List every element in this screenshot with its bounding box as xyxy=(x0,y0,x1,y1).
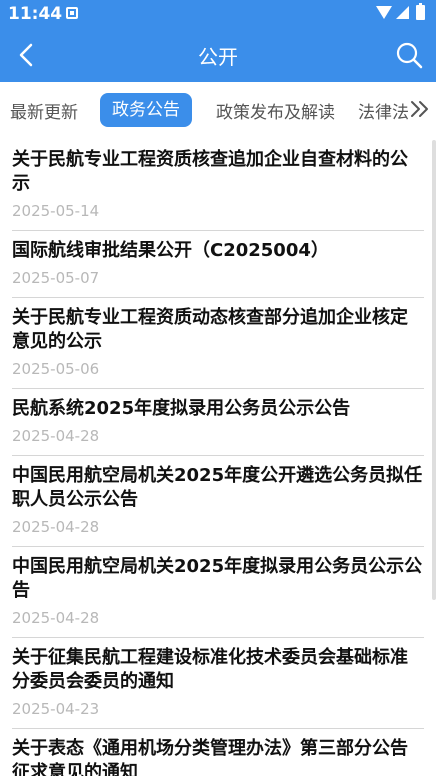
article-title: 民航系统2025年度拟录用公务员公示公告 xyxy=(12,398,351,419)
list-item[interactable]: 民航系统2025年度拟录用公务员公示公告 2025-04-28 xyxy=(12,389,424,456)
tab-announcements[interactable]: 政务公告 xyxy=(100,93,192,127)
signal-icon xyxy=(396,6,409,19)
scrollbar[interactable] xyxy=(432,140,436,600)
article-date: 2025-05-06 xyxy=(12,360,100,378)
list-item[interactable]: 关于征集民航工程建设标准化技术委员会基础标准分委员会委员的通知 2025-04-… xyxy=(12,638,424,729)
tab-latest[interactable]: 最新更新 xyxy=(10,98,78,123)
article-date: 2025-05-07 xyxy=(12,269,100,287)
list-item[interactable]: 中国民用航空局机关2025年度公开遴选公务员拟任职人员公示公告 2025-04-… xyxy=(12,456,424,547)
article-title: 关于民航专业工程资质核查追加企业自查材料的公示 xyxy=(12,149,408,194)
article-date: 2025-05-14 xyxy=(12,202,100,220)
battery-icon xyxy=(416,3,425,20)
tab-strip: 最新更新 政务公告 政策发布及解读 法律法 xyxy=(0,82,410,138)
status-bar: 11:44 xyxy=(0,0,436,28)
page-title: 公开 xyxy=(198,45,238,69)
article-date: 2025-04-28 xyxy=(12,609,100,627)
article-date: 2025-04-28 xyxy=(12,427,100,445)
article-date: 2025-04-23 xyxy=(12,700,100,718)
notification-icon xyxy=(66,7,78,19)
list-item[interactable]: 关于民航专业工程资质动态核查部分追加企业核定意见的公示 2025-05-06 xyxy=(12,298,424,389)
list-item[interactable]: 国际航线审批结果公开（C2025004） 2025-05-07 xyxy=(12,231,424,298)
article-date: 2025-04-28 xyxy=(12,518,100,536)
article-title: 关于民航专业工程资质动态核查部分追加企业核定意见的公示 xyxy=(12,307,408,352)
article-list: 关于民航专业工程资质核查追加企业自查材料的公示 2025-05-14 国际航线审… xyxy=(0,140,436,776)
article-title: 中国民用航空局机关2025年度公开遴选公务员拟任职人员公示公告 xyxy=(12,465,423,510)
chevron-double-right-icon[interactable] xyxy=(408,96,432,122)
article-title: 关于征集民航工程建设标准化技术委员会基础标准分委员会委员的通知 xyxy=(12,647,408,692)
app-bar: 公开 xyxy=(0,28,436,82)
list-item[interactable]: 中国民用航空局机关2025年度拟录用公务员公示公告 2025-04-28 xyxy=(12,547,424,638)
search-icon[interactable] xyxy=(392,38,426,72)
list-item[interactable]: 关于表态《通用机场分类管理办法》第三部分公告征求意见的通知 xyxy=(12,729,424,776)
tab-law[interactable]: 法律法 xyxy=(358,98,409,123)
category-tabs: 最新更新 政务公告 政策发布及解读 法律法 xyxy=(0,82,436,138)
article-title: 中国民用航空局机关2025年度拟录用公务员公示公告 xyxy=(12,556,423,601)
wifi-icon xyxy=(376,6,392,19)
status-time: 11:44 xyxy=(8,4,63,24)
tab-policy[interactable]: 政策发布及解读 xyxy=(216,98,335,123)
article-title: 关于表态《通用机场分类管理办法》第三部分公告征求意见的通知 xyxy=(12,738,408,776)
list-item[interactable]: 关于民航专业工程资质核查追加企业自查材料的公示 2025-05-14 xyxy=(12,140,424,231)
article-title: 国际航线审批结果公开（C2025004） xyxy=(12,240,329,261)
